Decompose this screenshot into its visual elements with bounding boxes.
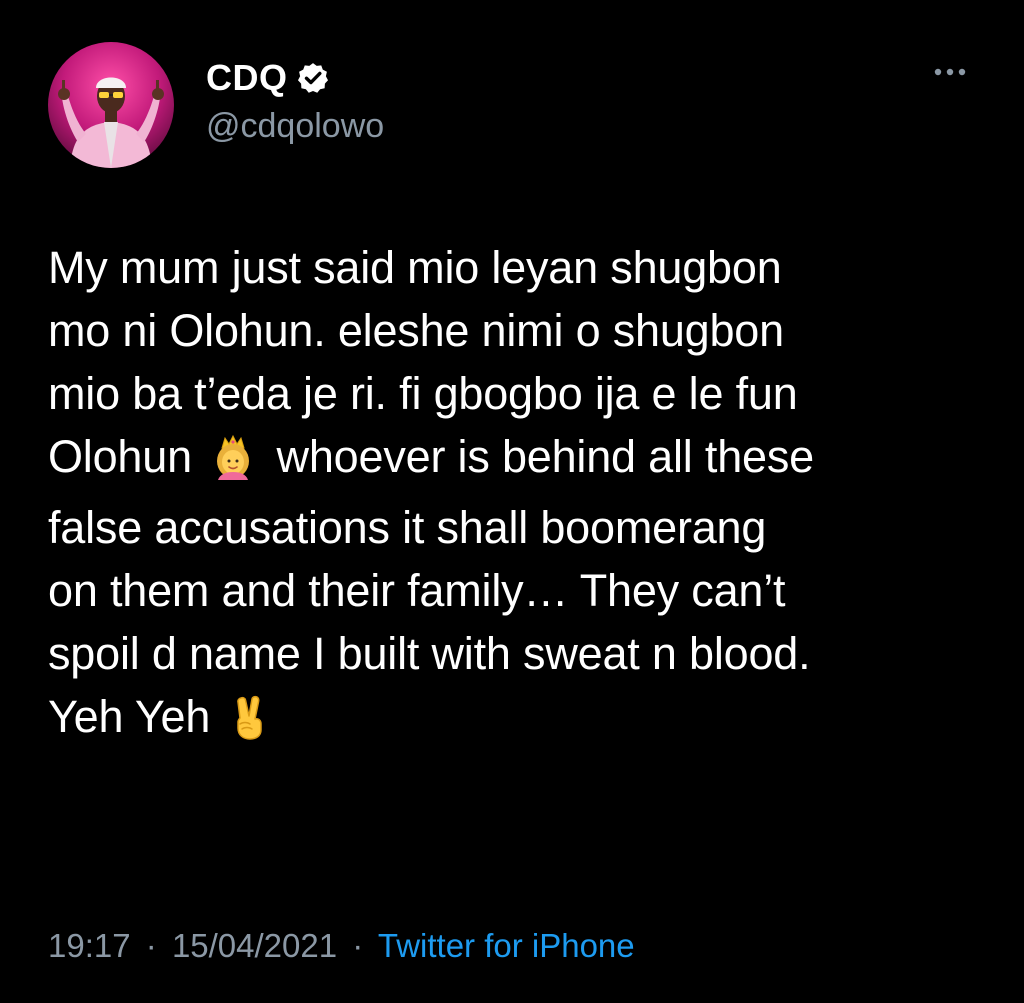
ellipsis-icon[interactable] — [930, 62, 970, 82]
tweet-metadata: 19:17 · 15/04/2021 · Twitter for iPhone — [48, 920, 635, 972]
tweet-line: mio ba t’eda je ri. fi gbogbo ija e le f… — [48, 368, 798, 419]
tweet-line: mo ni Olohun. eleshe nimi o shugbon — [48, 305, 784, 356]
separator-dot: · — [352, 927, 364, 964]
tweet-body: My mum just said mio leyan shugbon mo ni… — [48, 236, 988, 756]
tweet-line: Olohun whoever is behind all these — [48, 425, 988, 496]
display-name[interactable]: CDQ — [206, 56, 288, 100]
princess-emoji-icon — [210, 433, 256, 496]
tweet-line-segment: Olohun — [48, 431, 192, 482]
separator-dot: · — [145, 927, 157, 964]
avatar[interactable] — [48, 42, 174, 168]
tweet-line: on them and their family… They can’t — [48, 565, 786, 616]
verified-icon — [296, 61, 330, 95]
user-handle[interactable]: @cdqolowo — [206, 104, 384, 148]
tweet-line-segment: Yeh Yeh — [48, 691, 211, 742]
victory-hand-emoji-icon — [228, 693, 272, 756]
tweet-line: spoil d name I built with sweat n blood. — [48, 628, 811, 679]
avatar-image — [48, 42, 174, 168]
tweet-line-segment: whoever is behind all these — [276, 431, 815, 482]
author-name-row[interactable]: CDQ — [206, 56, 330, 100]
tweet-line: My mum just said mio leyan shugbon — [48, 242, 782, 293]
tweet-date[interactable]: 15/04/2021 — [172, 927, 337, 964]
tweet-line: false accusations it shall boomerang — [48, 502, 767, 553]
tweet-source-link[interactable]: Twitter for iPhone — [378, 927, 635, 964]
tweet-time[interactable]: 19:17 — [48, 927, 131, 964]
tweet-line: Yeh Yeh — [48, 685, 988, 756]
tweet-card: CDQ @cdqolowo My mum just said mio leyan… — [0, 0, 1024, 1003]
